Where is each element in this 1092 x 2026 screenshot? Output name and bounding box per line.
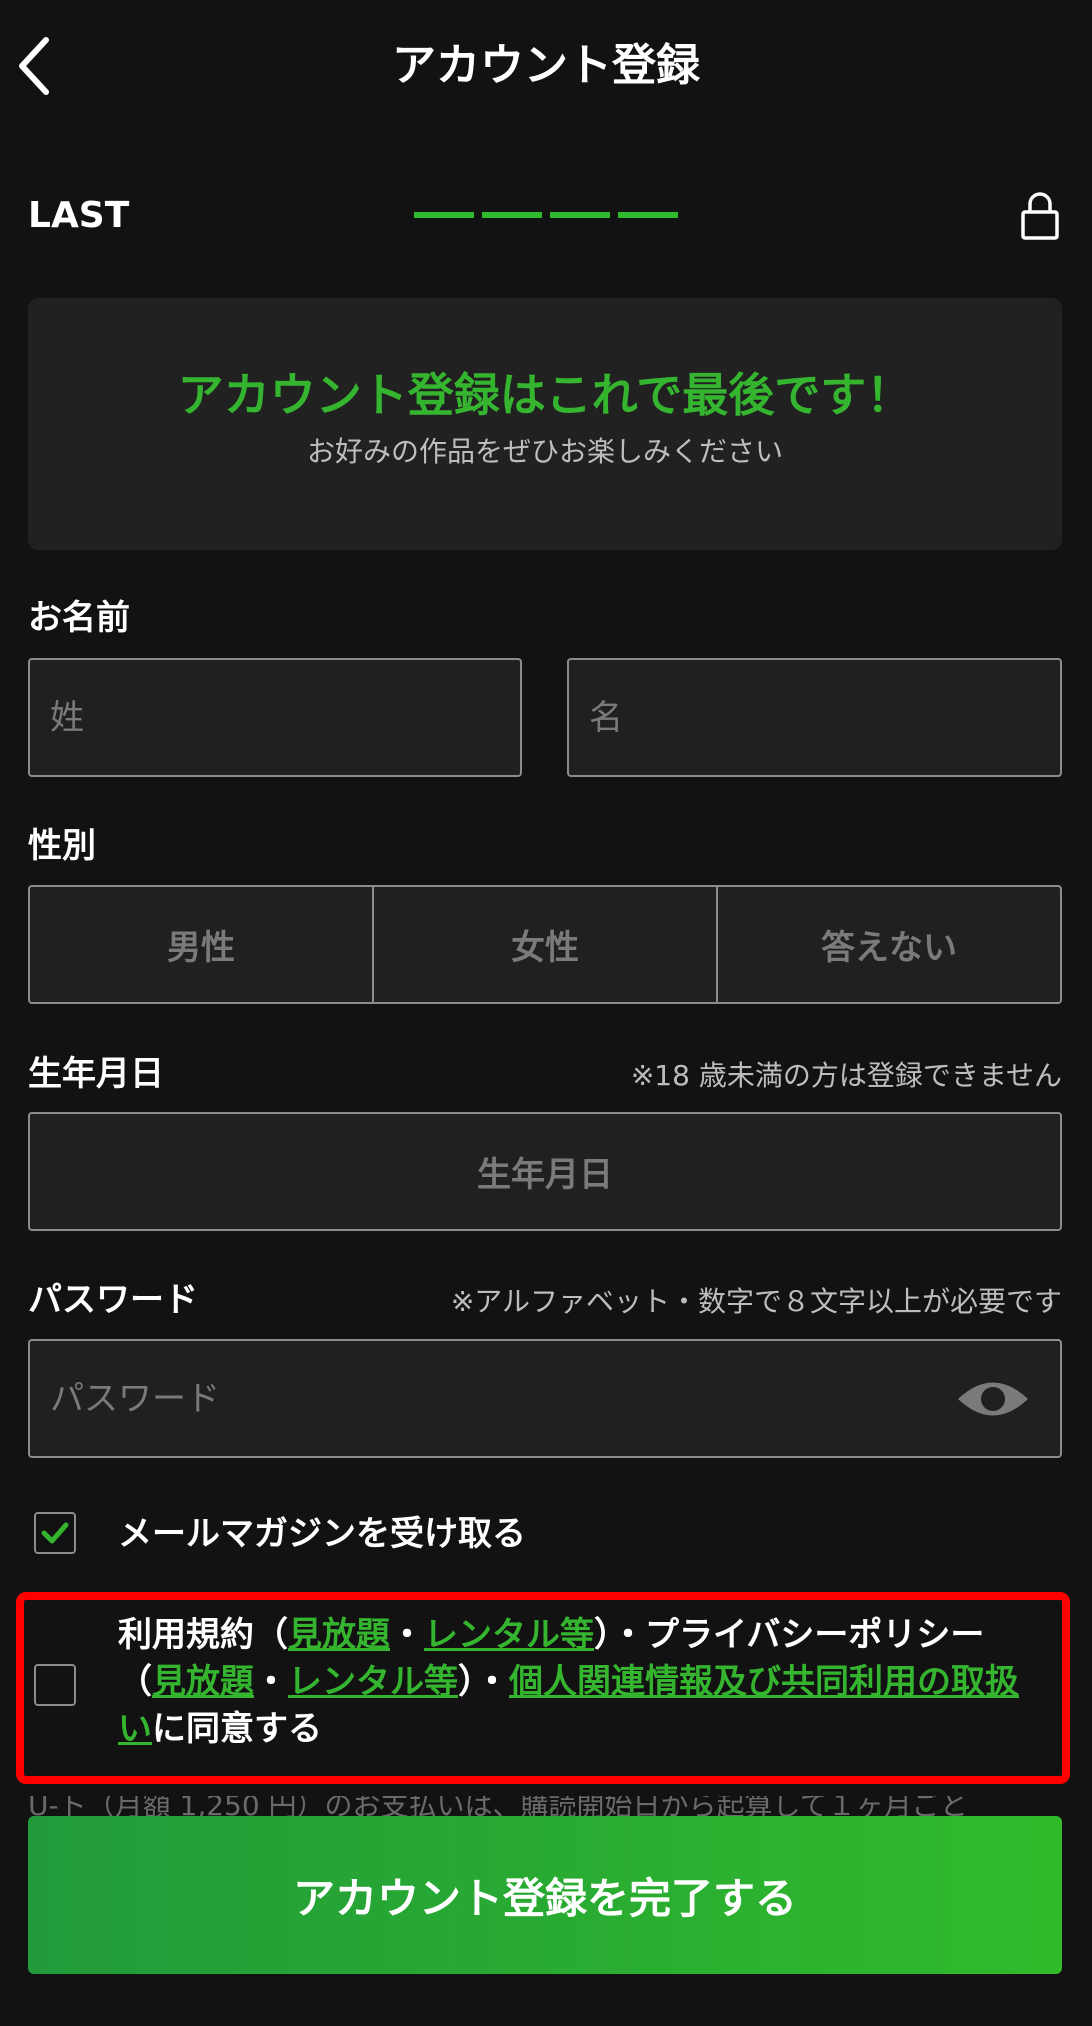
birthdate-note: ※18 歳未満の方は登録できません [630, 1059, 1062, 1092]
eye-icon[interactable] [956, 1374, 1030, 1424]
password-input[interactable] [30, 1341, 1060, 1456]
step-bar [482, 212, 542, 218]
lock-icon [1014, 190, 1066, 242]
step-bar [618, 212, 678, 218]
banner-headline: アカウント登録はこれで最後です！ [177, 368, 913, 422]
birthdate-label: 生年月日 [28, 1054, 164, 1094]
page-title: アカウント登録 [392, 40, 700, 91]
terms-text-part: 利用規約（ [118, 1615, 288, 1655]
last-name-input[interactable] [30, 660, 520, 775]
complete-registration-button[interactable]: アカウント登録を完了する [28, 1816, 1062, 1974]
terms-link-rental[interactable]: レンタル等 [424, 1615, 594, 1655]
gender-selector: 男性 女性 答えない [28, 885, 1062, 1004]
info-banner: アカウント登録はこれで最後です！ お好みの作品をぜひお楽しみください [28, 298, 1062, 550]
terms-text-part: ・ [390, 1615, 424, 1655]
terms-link-unlimited[interactable]: 見放題 [288, 1615, 390, 1655]
terms-checkbox[interactable] [34, 1664, 76, 1706]
privacy-link-rental[interactable]: レンタル等 [288, 1662, 458, 1702]
name-label: お名前 [28, 598, 130, 638]
step-bar [550, 212, 610, 218]
checkmark-icon [41, 1522, 69, 1544]
step-label: LAST [28, 195, 130, 236]
step-bar [414, 212, 474, 218]
last-name-box [28, 658, 522, 777]
banner-subtext: お好みの作品をぜひお楽しみください [306, 435, 783, 468]
terms-text-part: ）・ [458, 1662, 509, 1702]
birthdate-input[interactable]: 生年月日 [28, 1112, 1062, 1231]
terms-text-part: ・ [254, 1662, 288, 1702]
gender-label: 性別 [28, 826, 96, 866]
gender-option-male[interactable]: 男性 [30, 887, 372, 1002]
terms-agreement-text: 利用規約（見放題・レンタル等）・プライバシーポリシー（見放題・レンタル等）・個人… [118, 1612, 1048, 1753]
first-name-input[interactable] [569, 660, 1060, 775]
password-note: ※アルファベット・数字で８文字以上が必要です [450, 1285, 1062, 1318]
newsletter-checkbox[interactable] [34, 1512, 76, 1554]
newsletter-label: メールマガジンを受け取る [118, 1514, 526, 1554]
step-progress [414, 212, 678, 218]
password-label: パスワード [28, 1280, 198, 1320]
privacy-link-unlimited[interactable]: 見放題 [152, 1662, 254, 1702]
gender-option-female[interactable]: 女性 [372, 887, 716, 1002]
first-name-box [567, 658, 1062, 777]
password-box [28, 1339, 1062, 1458]
gender-option-no-answer[interactable]: 答えない [716, 887, 1060, 1002]
terms-text-part: に同意する [152, 1709, 322, 1749]
